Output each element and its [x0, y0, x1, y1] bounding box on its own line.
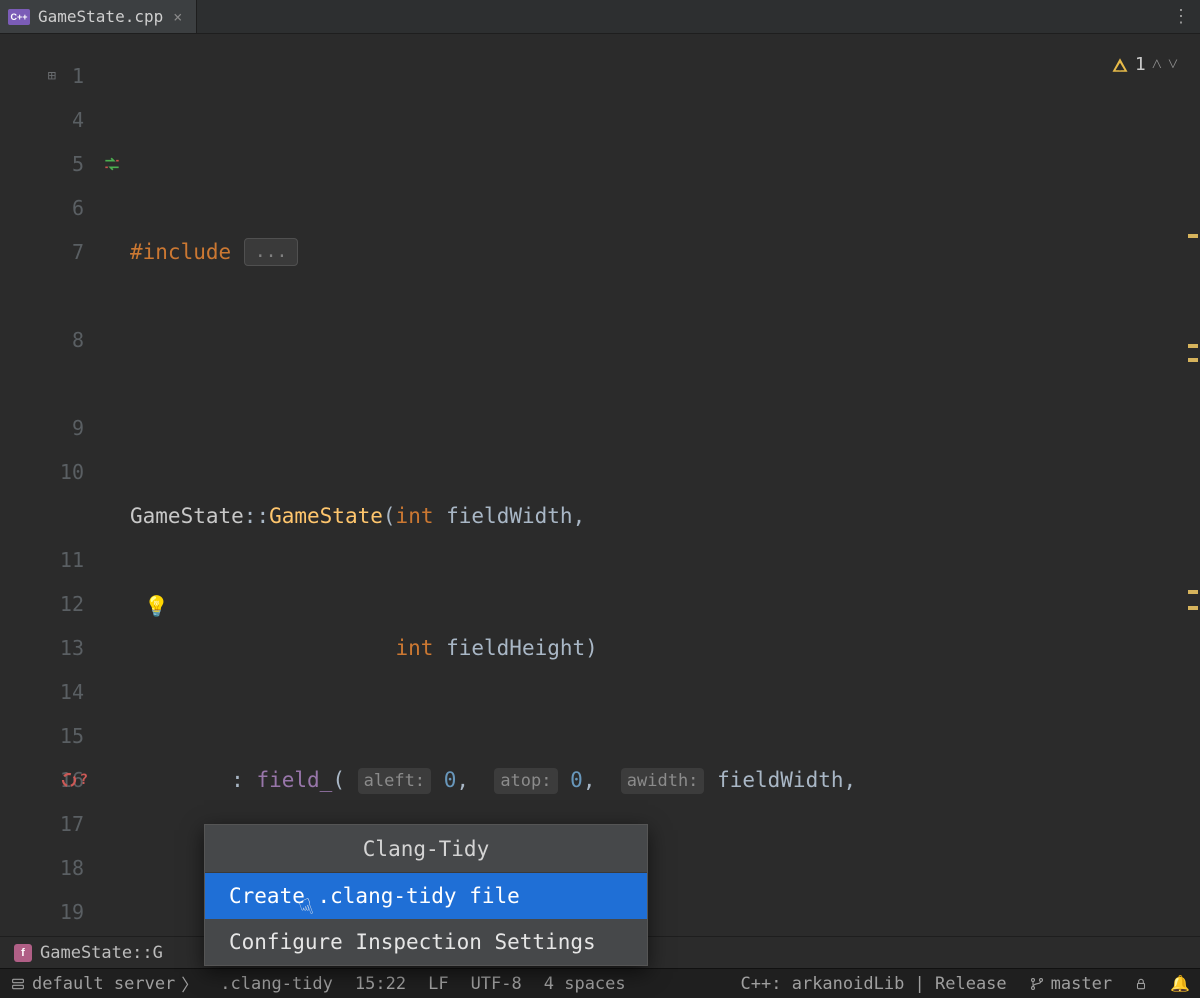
tab-menu-kebab-icon[interactable]: ⋮ — [1172, 0, 1190, 33]
status-git-branch[interactable]: master — [1029, 974, 1112, 994]
gutter-line[interactable]: 9 — [0, 406, 96, 450]
function-badge-icon: f — [14, 944, 32, 962]
gutter-line[interactable]: 1 ⊞ — [0, 54, 96, 98]
popup-item-configure-inspection[interactable]: Configure Inspection Settings — [205, 919, 647, 965]
gutter-line[interactable] — [0, 274, 96, 318]
inspection-stripe[interactable] — [1182, 34, 1200, 936]
lock-icon — [1134, 977, 1148, 991]
gutter-line[interactable]: 15 — [0, 714, 96, 758]
status-bar: default server〉 .clang-tidy 15:22 LF UTF… — [0, 968, 1200, 998]
gutter-line[interactable]: 13 — [0, 626, 96, 670]
chevron-down-icon[interactable]: ˅ — [1168, 54, 1178, 75]
stripe-warning-mark[interactable] — [1188, 606, 1198, 610]
gutter-line[interactable]: 16 ? — [0, 758, 96, 802]
stripe-warning-mark[interactable] — [1188, 344, 1198, 348]
status-clang-tidy[interactable]: .clang-tidy — [220, 974, 333, 994]
gutter-line[interactable]: 17 — [0, 802, 96, 846]
popup-item-create-clang-tidy[interactable]: Create .clang-tidy file — [205, 873, 647, 919]
gutter-line[interactable]: 5 — [0, 142, 96, 186]
gutter-line[interactable]: 7 — [0, 230, 96, 274]
bell-icon: 🔔 — [1170, 974, 1190, 993]
git-branch-icon — [1029, 976, 1045, 992]
gutter-line[interactable]: 10 — [0, 450, 96, 494]
status-server[interactable]: default server〉 — [10, 971, 198, 996]
gutter-line[interactable]: 12 — [0, 582, 96, 626]
fold-expand-icon[interactable]: ⊞ — [48, 68, 56, 84]
stripe-warning-mark[interactable] — [1188, 234, 1198, 238]
status-caret-pos[interactable]: 15:22 — [355, 974, 406, 994]
close-tab-icon[interactable]: × — [171, 6, 184, 28]
breadcrumb-label[interactable]: GameState::G — [40, 943, 163, 963]
intention-bulb-icon[interactable]: 💡 — [144, 584, 169, 628]
gutter-line[interactable]: 18 — [0, 846, 96, 890]
gutter-line[interactable] — [0, 494, 96, 538]
cpp-file-icon: C++ — [8, 9, 30, 25]
status-line-separator[interactable]: LF — [428, 974, 448, 994]
inspection-count: 1 — [1135, 54, 1146, 75]
code-text-area[interactable]: 💡 #include ... GameState::GameState(int … — [96, 34, 1182, 936]
gutter-line[interactable]: 19 — [0, 890, 96, 934]
editor-area: 1 ⊞ 4 5 6 7 8 9 10 11 12 13 14 15 16 ? 1… — [0, 34, 1200, 936]
folded-region[interactable]: ... — [244, 238, 299, 266]
inspection-gutter-icon[interactable]: ? — [60, 771, 88, 789]
tab-gamestate[interactable]: C++ GameState.cpp × — [0, 0, 197, 33]
gutter-line[interactable]: 11 — [0, 538, 96, 582]
gutter-line[interactable]: 6 — [0, 186, 96, 230]
status-run-config[interactable]: C++: arkanoidLib | Release — [741, 974, 1007, 994]
tab-bar: C++ GameState.cpp × ⋮ — [0, 0, 1200, 34]
line-number-gutter[interactable]: 1 ⊞ 4 5 6 7 8 9 10 11 12 13 14 15 16 ? 1… — [0, 34, 96, 936]
intention-popup: Clang-Tidy Create .clang-tidy file Confi… — [204, 824, 648, 966]
gutter-line[interactable]: 8 — [0, 318, 96, 362]
status-encoding[interactable]: UTF-8 — [471, 974, 522, 994]
tab-filename: GameState.cpp — [38, 7, 163, 26]
stripe-warning-mark[interactable] — [1188, 358, 1198, 362]
server-icon — [10, 976, 26, 992]
gutter-line[interactable]: 4 — [0, 98, 96, 142]
gutter-line[interactable] — [0, 362, 96, 406]
status-readonly-lock[interactable] — [1134, 977, 1148, 991]
popup-title: Clang-Tidy — [205, 825, 647, 873]
status-notifications[interactable]: 🔔 — [1170, 974, 1190, 993]
stripe-warning-mark[interactable] — [1188, 590, 1198, 594]
gutter-line[interactable]: 14 — [0, 670, 96, 714]
inspection-indicator[interactable]: 1 ˄ ˅ — [1111, 54, 1178, 75]
warning-triangle-icon — [1111, 56, 1129, 74]
chevron-up-icon[interactable]: ˄ — [1152, 54, 1162, 75]
status-indent[interactable]: 4 spaces — [544, 974, 626, 994]
